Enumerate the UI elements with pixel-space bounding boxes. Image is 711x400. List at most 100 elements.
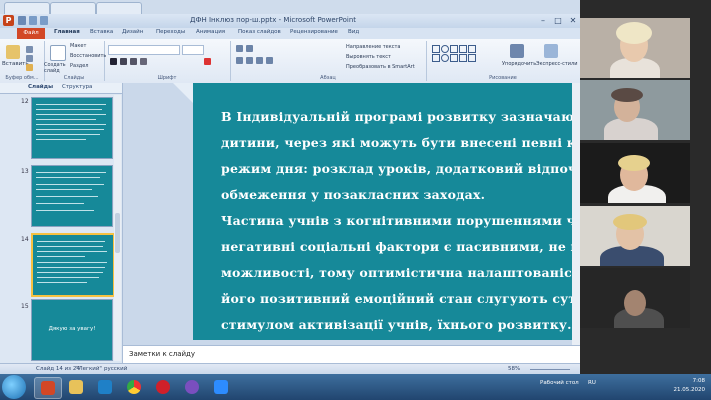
new-slide-icon[interactable] <box>50 45 66 61</box>
undo-icon[interactable] <box>29 16 37 25</box>
start-button[interactable] <box>2 375 26 399</box>
layout-button[interactable]: Макет <box>70 43 86 49</box>
align-text-button[interactable]: Выровнять текст <box>346 54 391 60</box>
taskbar-app[interactable] <box>92 377 118 397</box>
shape-line-icon[interactable] <box>450 45 458 53</box>
tab-view[interactable]: Вид <box>348 29 359 35</box>
shape-arrow-icon[interactable] <box>459 45 467 53</box>
quick-styles-button[interactable]: Экспресс-стили <box>536 61 577 67</box>
shape-rectangle-icon[interactable] <box>432 45 440 53</box>
taskbar-opera[interactable] <box>150 377 176 397</box>
numbering-icon[interactable] <box>246 45 253 52</box>
video-tile[interactable] <box>580 18 690 78</box>
paste-icon[interactable] <box>6 45 20 59</box>
slide-text-line[interactable]: В Індивідуальній програмі розвитку зазна… <box>221 109 580 124</box>
slide-text-line[interactable]: можливості, тому оптимістична налаштован… <box>221 265 580 280</box>
video-tile[interactable] <box>580 268 690 328</box>
shape-oval-icon[interactable] <box>441 45 449 53</box>
align-right-icon[interactable] <box>256 57 263 64</box>
slide-canvas[interactable]: В Індивідуальній програмі розвитку зазна… <box>193 83 580 340</box>
font-size-combo[interactable] <box>182 45 204 55</box>
language-indicator[interactable]: RU <box>588 380 596 386</box>
slide-text-line[interactable]: негативні соціальні фактори є пасивними,… <box>221 239 580 254</box>
strikethrough-icon[interactable] <box>140 58 147 65</box>
clipboard-group: Вставить Буфер обм... <box>0 41 45 81</box>
slide-text-line[interactable]: режим дня: розклад уроків, додатковий ві… <box>221 161 580 176</box>
tab-review[interactable]: Рецензирование <box>290 29 338 35</box>
save-icon[interactable] <box>18 16 26 25</box>
new-slide-button[interactable]: Создать слайд <box>44 62 68 74</box>
tab-outline[interactable]: Структура <box>62 84 92 90</box>
slide-thumbnail-15[interactable]: Дякую за увагу! <box>31 299 113 361</box>
close-button[interactable]: ✕ <box>566 15 580 26</box>
section-button[interactable]: Раздел <box>70 63 88 69</box>
slides-pane-scroll-thumb[interactable] <box>115 213 120 253</box>
reset-button[interactable]: Восстановить <box>70 53 106 59</box>
convert-smartart-button[interactable]: Преобразовать в SmartArt <box>346 64 415 70</box>
tab-transitions[interactable]: Переходы <box>156 29 185 35</box>
bullets-icon[interactable] <box>236 45 243 52</box>
align-center-icon[interactable] <box>246 57 253 64</box>
shape-icon[interactable] <box>441 54 449 62</box>
zoom-level[interactable]: 58% <box>508 366 520 372</box>
slide-text-line[interactable]: дитини, через які можуть бути внесені пе… <box>221 135 580 150</box>
slide-text-line[interactable]: обмеження у позакласних заходах. <box>221 187 580 202</box>
maximize-button[interactable]: □ <box>551 15 565 26</box>
justify-icon[interactable] <box>266 57 273 64</box>
italic-icon[interactable] <box>120 58 127 65</box>
tab-file[interactable]: Файл <box>17 28 45 39</box>
desktop-toolbar[interactable]: Рабочий стол <box>540 380 579 386</box>
ribbon: Вставить Буфер обм... Макет Восстановить… <box>0 39 580 84</box>
slides-group: Макет Восстановить Раздел Создать слайд … <box>44 41 106 81</box>
font-color-icon[interactable] <box>204 58 211 65</box>
slide-thumbnail-14[interactable] <box>31 233 115 297</box>
copy-icon[interactable] <box>26 55 33 62</box>
redo-icon[interactable] <box>40 16 48 25</box>
clock-time[interactable]: 7:08 <box>693 378 705 384</box>
slide-thumbnail-13[interactable] <box>31 165 113 227</box>
taskbar-powerpoint[interactable] <box>34 377 62 399</box>
slide-thumbnail-text: Дякую за увагу! <box>48 326 96 332</box>
tab-animation[interactable]: Анимация <box>196 29 225 35</box>
bold-icon[interactable] <box>110 58 117 65</box>
text-direction-button[interactable]: Направление текста <box>346 44 400 50</box>
align-left-icon[interactable] <box>236 57 243 64</box>
taskbar-explorer[interactable] <box>63 377 89 397</box>
shape-icon[interactable] <box>468 54 476 62</box>
underline-icon[interactable] <box>130 58 137 65</box>
tab-insert[interactable]: Вставка <box>90 29 113 35</box>
video-tile[interactable] <box>580 143 690 203</box>
taskbar-zoom[interactable] <box>208 377 234 397</box>
video-tile[interactable] <box>580 206 690 266</box>
minimize-button[interactable]: – <box>536 15 550 26</box>
arrange-button[interactable]: Упорядочить <box>502 61 536 67</box>
tab-home[interactable]: Главная <box>54 29 80 35</box>
shape-icon[interactable] <box>450 54 458 62</box>
arrange-icon[interactable] <box>510 44 524 58</box>
notes-pane[interactable]: Заметки к слайду <box>123 345 580 364</box>
shape-triangle-icon[interactable] <box>468 45 476 53</box>
format-painter-icon[interactable] <box>26 64 33 71</box>
tab-design[interactable]: Дизайн <box>122 29 143 35</box>
font-name-combo[interactable] <box>108 45 180 55</box>
paste-button[interactable]: Вставить <box>2 61 29 67</box>
quick-styles-icon[interactable] <box>544 44 558 58</box>
video-tile[interactable] <box>580 80 690 140</box>
tab-slideshow[interactable]: Показ слайдов <box>238 29 281 35</box>
clock-date[interactable]: 21.05.2020 <box>674 387 706 393</box>
taskbar-chrome[interactable] <box>121 377 147 397</box>
language-indicator[interactable]: русский <box>104 366 127 372</box>
shape-icon[interactable] <box>459 54 467 62</box>
slide-thumbnail-12[interactable] <box>31 97 113 159</box>
slide-text-line[interactable]: стимулом активізації учнів, їхнього розв… <box>221 317 580 332</box>
slide-text-line[interactable]: його позитивний емоційний стан слугують … <box>221 291 580 306</box>
taskbar-viber[interactable] <box>179 377 205 397</box>
cut-icon[interactable] <box>26 46 33 53</box>
tab-slides[interactable]: Слайды <box>28 84 53 90</box>
chrome-icon <box>127 380 141 394</box>
zoom-slider[interactable] <box>530 369 570 370</box>
slide-text-line[interactable]: Частина учнів з когнітивними порушеннями… <box>221 213 580 228</box>
powerpoint-icon[interactable]: P <box>3 15 14 26</box>
shape-icon[interactable] <box>432 54 440 62</box>
editor-scrollbar[interactable] <box>572 83 580 345</box>
